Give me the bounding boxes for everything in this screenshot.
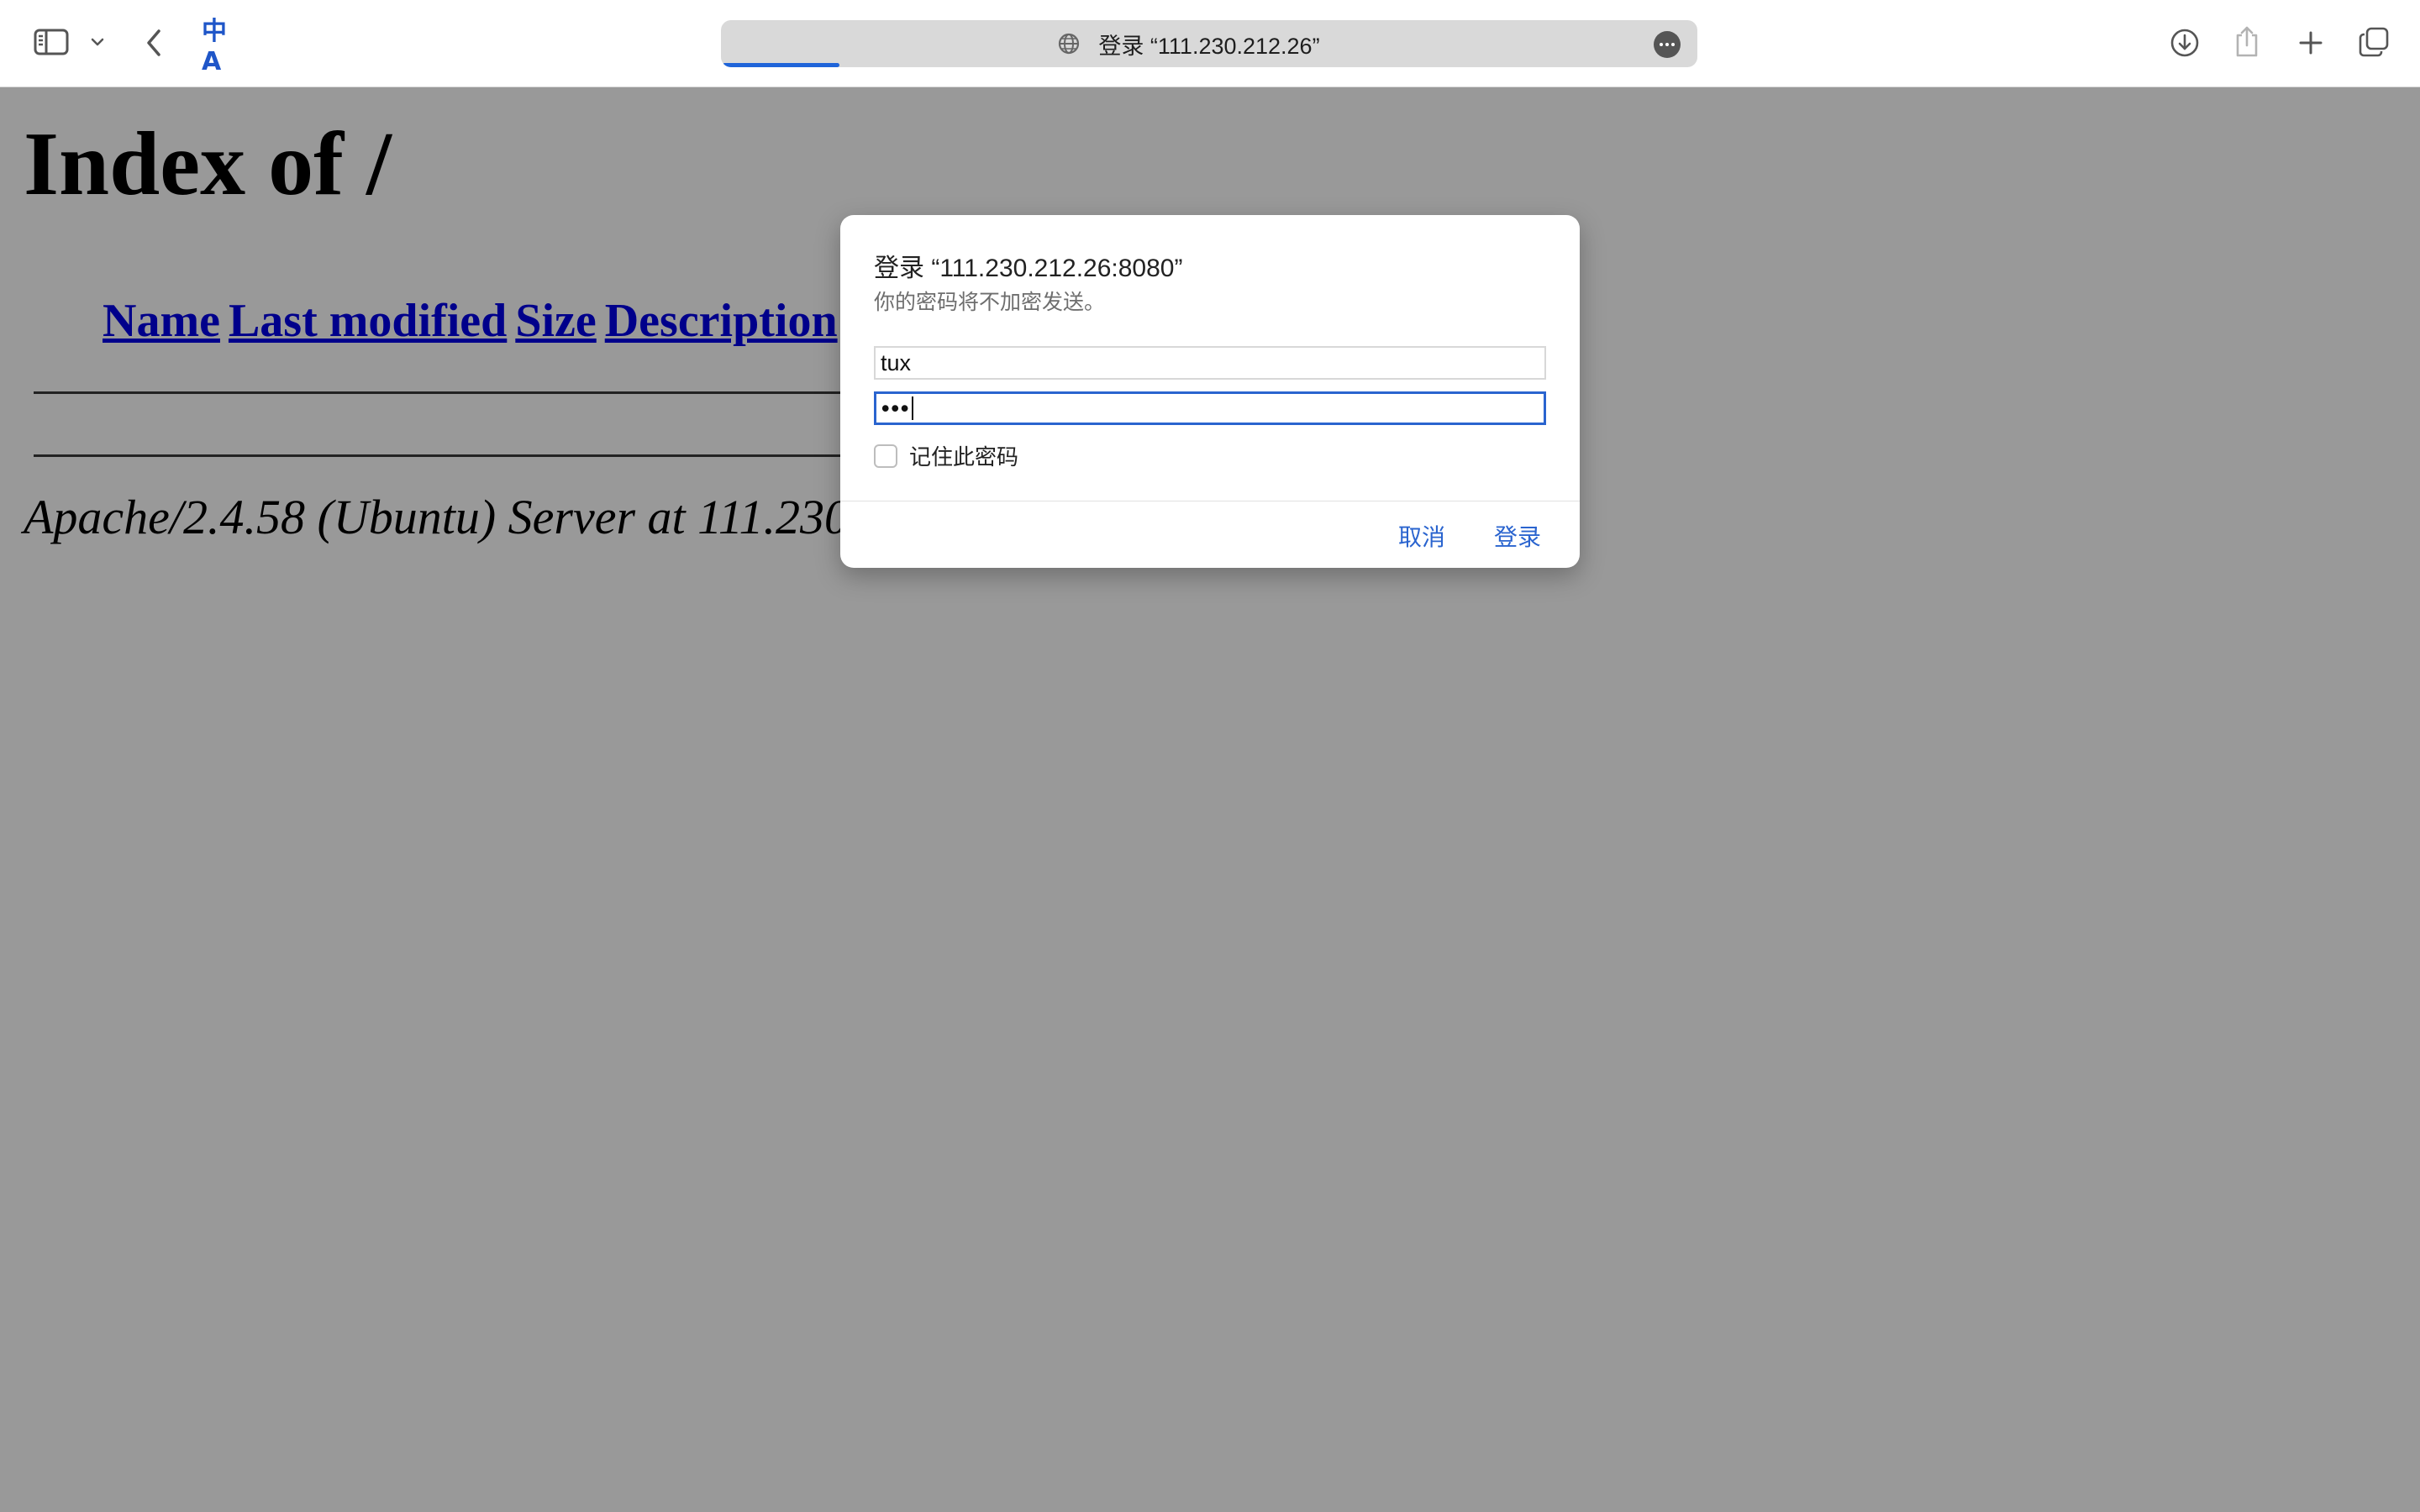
username-value: tux bbox=[881, 349, 912, 375]
column-last-modified-link[interactable]: Last modified bbox=[229, 295, 507, 347]
remember-password-option[interactable]: 记住此密码 bbox=[874, 440, 1018, 471]
password-field[interactable]: ••• bbox=[874, 391, 1546, 425]
page-load-progress bbox=[723, 63, 839, 67]
sidebar-icon[interactable] bbox=[32, 25, 71, 59]
dialog-subtitle: 你的密码将不加密发送。 bbox=[874, 291, 1106, 314]
download-icon[interactable] bbox=[2168, 25, 2202, 60]
translate-glyph: 中A bbox=[202, 16, 227, 76]
column-size-link[interactable]: Size bbox=[515, 295, 596, 347]
remember-password-label: 记住此密码 bbox=[909, 444, 1019, 470]
text-caret bbox=[912, 396, 914, 420]
password-value: ••• bbox=[881, 395, 911, 421]
back-icon[interactable] bbox=[141, 25, 166, 60]
cancel-button[interactable]: 取消 bbox=[1398, 519, 1445, 553]
new-tab-plus-icon[interactable] bbox=[2294, 25, 2328, 60]
server-signature: Apache/2.4.58 (Ubuntu) Server at 111.230… bbox=[24, 490, 886, 544]
divider-bottom bbox=[34, 454, 891, 457]
chevron-down-icon[interactable] bbox=[87, 32, 108, 52]
address-text: 登录 “111.230.212.26” bbox=[1098, 33, 1320, 59]
username-field[interactable]: tux bbox=[874, 346, 1546, 380]
divider-top bbox=[34, 391, 891, 394]
share-icon[interactable] bbox=[2232, 24, 2262, 60]
login-button[interactable]: 登录 bbox=[1494, 519, 1541, 553]
page-title: Index of / bbox=[24, 114, 392, 214]
remember-password-checkbox[interactable] bbox=[874, 444, 897, 468]
dialog-title: 登录 “111.230.212.26:8080” bbox=[874, 255, 1183, 282]
column-name-link[interactable]: Name bbox=[103, 295, 220, 347]
column-description-link[interactable]: Description bbox=[605, 295, 838, 347]
column-headers: Name Last modified Size Description bbox=[103, 294, 846, 348]
more-icon[interactable] bbox=[1654, 31, 1681, 58]
login-dialog: 登录 “111.230.212.26:8080” 你的密码将不加密发送。 tux… bbox=[840, 215, 1580, 568]
address-bar[interactable]: 登录 “111.230.212.26” bbox=[721, 20, 1697, 67]
translate-icon[interactable]: 中A bbox=[202, 17, 240, 76]
tabs-overview-icon[interactable] bbox=[2356, 24, 2391, 60]
browser-toolbar: 中A 登录 “111.230.212.26” bbox=[0, 0, 2420, 87]
